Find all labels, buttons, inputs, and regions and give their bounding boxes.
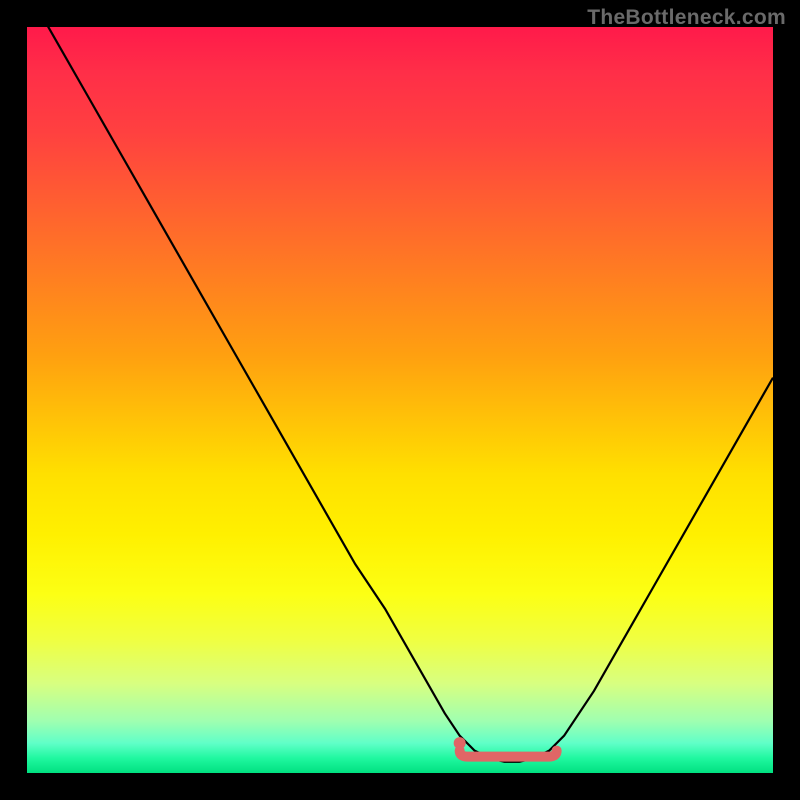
chart-svg [27,27,773,773]
optimal-point-marker [454,737,466,749]
watermark-text: TheBottleneck.com [587,6,786,30]
bottleneck-curve [27,27,773,762]
chart-container: TheBottleneck.com [0,0,800,800]
plot-area [27,27,773,773]
